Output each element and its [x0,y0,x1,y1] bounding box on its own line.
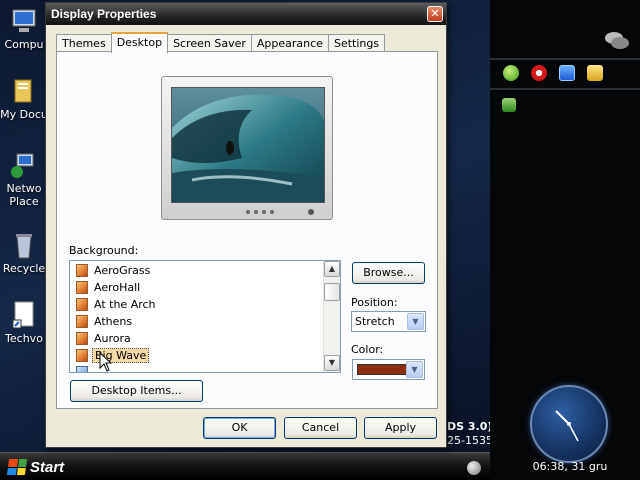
monitor-power-icon [308,209,314,215]
color-label: Color: [351,343,384,356]
background-label: Background: [69,244,139,257]
list-item[interactable]: Athens [76,313,134,330]
tray-orb-icon[interactable] [467,461,481,475]
clock-hands-icon [555,410,579,442]
windows-flag-icon [6,459,28,475]
ok-button[interactable]: OK [203,417,276,439]
desktop-icon-network[interactable]: Netwo Place [0,150,48,208]
analog-clock [530,385,608,463]
list-item[interactable]: At the Arch [76,296,158,313]
green-orb-icon[interactable] [503,65,519,81]
wave-image [172,88,324,202]
chevron-down-icon[interactable]: ▼ [407,313,424,330]
position-value: Stretch [355,315,395,328]
desktop-icon-label-line2: Place [9,195,39,208]
display-properties-dialog: Display Properties ✕ Themes Desktop Scre… [45,2,447,448]
list-item[interactable]: AeroGrass [76,262,152,279]
image-file-icon [76,281,88,294]
documents-folder-icon [14,79,32,103]
chat-bubble-icon[interactable] [604,30,630,52]
position-label: Position: [351,296,398,309]
background-version-text: DS 3.0) [447,420,493,433]
monitor-button-icon [262,210,266,214]
opera-icon[interactable] [531,65,547,81]
taskbar: Start [0,452,490,480]
scroll-up-icon[interactable]: ▲ [324,261,340,277]
recycle-bin-icon [16,234,32,259]
image-file-icon [76,332,88,345]
color-swatch [357,364,413,375]
monitor-button-icon [246,210,250,214]
start-label: Start [30,458,65,476]
wallpaper-preview-image [171,87,325,203]
chevron-down-icon[interactable]: ▼ [406,361,423,378]
list-item[interactable]: Aurora [76,330,133,347]
image-file-icon [76,366,88,372]
image-file-icon [76,298,88,311]
position-dropdown[interactable]: Stretch ▼ [351,311,426,332]
desktop-icon-label: Techvo [5,332,43,345]
image-file-icon [76,315,88,328]
apply-button[interactable]: Apply [364,417,437,439]
computer-icon [12,9,36,32]
desktop-icon-techvo[interactable]: Techvo [0,300,48,345]
desktop-tab-panel: Background: AeroGrass AeroHall At the Ar… [56,51,438,409]
scroll-thumb[interactable] [324,283,340,301]
start-button[interactable]: Start [4,456,72,478]
desktop-icon-label: Netwo [6,182,42,195]
desktop-items-button[interactable]: Desktop Items... [70,380,203,402]
desktop-icon-recycle-bin[interactable]: Recycle [0,230,48,275]
desktop-icon-label: Recycle [2,262,46,275]
folder-icon[interactable] [587,65,603,81]
desktop-icon-label: Compu [4,38,44,51]
desktop-icon-computer[interactable]: Compu [0,6,48,51]
list-item[interactable]: AeroHall [76,279,142,296]
dialog-title: Display Properties [51,7,157,21]
image-file-icon [76,264,88,277]
desktop-icon-label: My Docu [0,108,48,121]
shortcut-file-icon [12,301,34,329]
dialog-titlebar[interactable]: Display Properties ✕ [46,3,446,25]
monitor-icon[interactable] [559,65,575,81]
color-picker[interactable]: ▼ [352,359,425,380]
close-button[interactable]: ✕ [427,6,443,22]
cancel-button[interactable]: Cancel [284,417,357,439]
list-item-partial[interactable] [76,364,88,372]
monitor-button-icon [254,210,258,214]
browse-button[interactable]: Browse... [352,262,425,284]
monitor-button-icon [270,210,274,214]
tab-strip: Themes Desktop Screen Saver Appearance S… [56,32,386,53]
desktop-icon-my-documents[interactable]: My Docu [0,76,48,121]
network-places-icon [11,153,34,178]
mouse-cursor-icon [99,352,113,372]
scroll-down-icon[interactable]: ▼ [324,355,340,371]
image-file-icon [76,349,88,362]
background-build-text: 25-1535 [447,434,493,447]
clock-date-text: 06:38, 31 gru [532,460,608,473]
listbox-scrollbar[interactable]: ▲ ▼ [323,261,340,372]
monitor-preview [161,76,333,220]
security-check-icon[interactable] [502,98,516,112]
tab-desktop[interactable]: Desktop [110,32,169,53]
